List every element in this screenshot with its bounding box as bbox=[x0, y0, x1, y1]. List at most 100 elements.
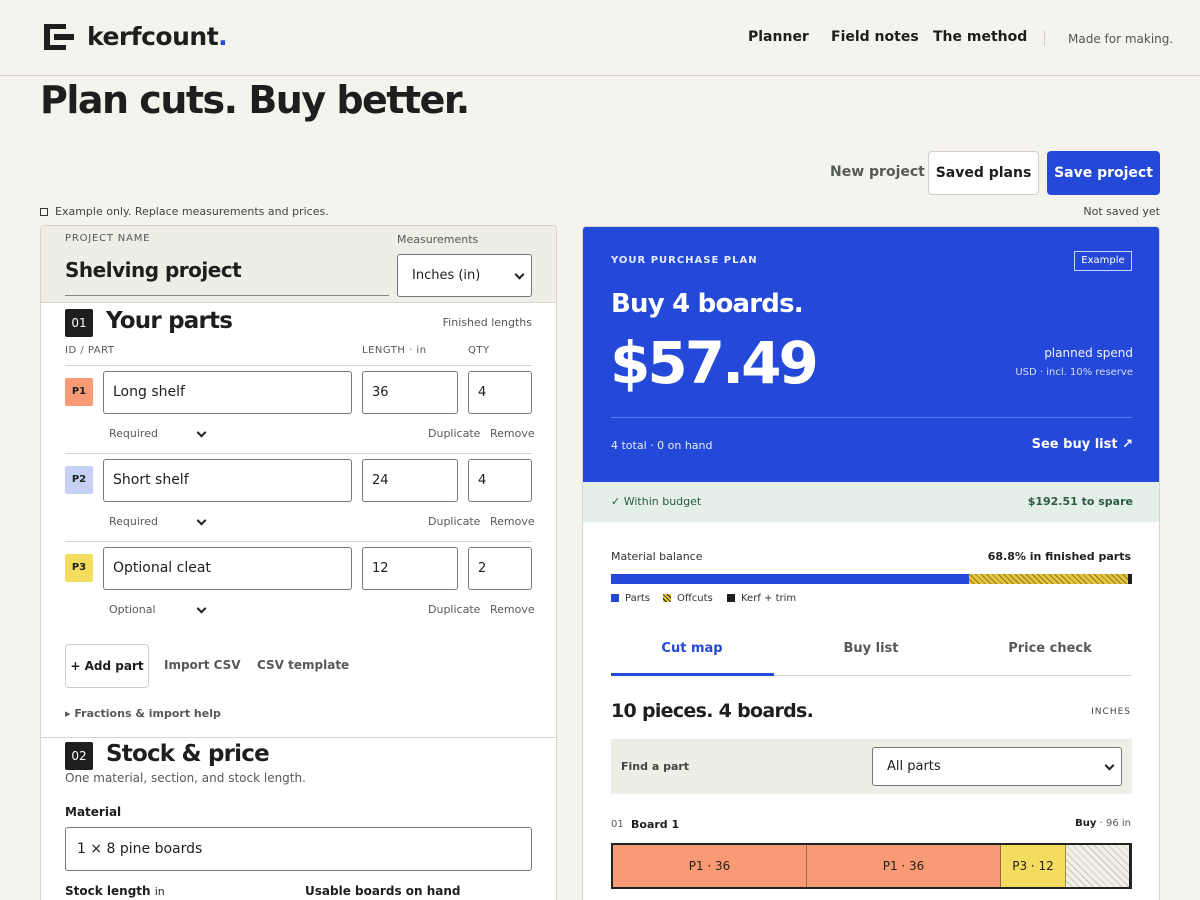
measurements-value: Inches (in) bbox=[412, 268, 481, 283]
duplicate-button[interactable]: Duplicate bbox=[428, 603, 480, 616]
nav-divider bbox=[1044, 30, 1045, 46]
nav-the-method[interactable]: The method bbox=[933, 29, 1027, 45]
project-name-input[interactable]: Shelving project bbox=[65, 258, 389, 296]
priority-value: Required bbox=[109, 427, 158, 440]
budget-status: ✓ Within budget bbox=[611, 495, 702, 508]
import-csv-button[interactable]: Import CSV bbox=[164, 658, 241, 672]
example-badge: Example bbox=[1074, 251, 1132, 271]
legend-label: Parts bbox=[625, 593, 650, 604]
remove-button[interactable]: Remove bbox=[490, 603, 535, 616]
priority-select[interactable]: Required bbox=[109, 427, 207, 440]
chevron-down-icon bbox=[196, 427, 207, 438]
tab-cut-map[interactable]: Cut map bbox=[605, 641, 779, 656]
cut-piece[interactable]: P3 · 12 bbox=[1001, 845, 1066, 887]
purchase-plan-card: YOUR PURCHASE PLAN Example Buy 4 boards.… bbox=[583, 227, 1159, 482]
part-filter-value: All parts bbox=[887, 759, 941, 774]
stock-title: Stock & price bbox=[106, 741, 270, 767]
section-number: 01 bbox=[65, 309, 93, 337]
example-notice: Example only. Replace measurements and p… bbox=[55, 205, 329, 218]
legend-offcuts: Offcuts bbox=[663, 593, 713, 604]
part-name-input[interactable]: Optional cleat bbox=[103, 547, 352, 590]
stock-hint: One material, section, and stock length. bbox=[65, 771, 306, 785]
section-number: 02 bbox=[65, 742, 93, 770]
balance-segment-kerf bbox=[1128, 574, 1132, 584]
measurements-label: Measurements bbox=[397, 233, 479, 246]
priority-value: Required bbox=[109, 515, 158, 528]
spend-label: planned spend bbox=[1044, 346, 1133, 360]
priority-select[interactable]: Required bbox=[109, 515, 207, 528]
material-balance-label: Material balance bbox=[611, 550, 703, 563]
budget-status-bar: ✓ Within budget $192.51 to spare bbox=[583, 482, 1159, 522]
saved-plans-button[interactable]: Saved plans bbox=[928, 151, 1039, 195]
example-notice-icon bbox=[40, 208, 48, 216]
balance-segment-offcuts bbox=[969, 574, 1128, 584]
board-cut-diagram: P1 · 36 P1 · 36 P3 · 12 bbox=[611, 843, 1132, 889]
material-balance-bar bbox=[611, 574, 1132, 584]
part-length-input[interactable]: 24 bbox=[362, 459, 458, 502]
cutmap-title: 10 pieces. 4 boards. bbox=[611, 700, 814, 722]
tagline: Made for making. bbox=[1068, 32, 1174, 46]
save-project-button[interactable]: Save project bbox=[1047, 151, 1160, 195]
find-part-label: Find a part bbox=[621, 760, 690, 773]
project-name-label: PROJECT NAME bbox=[65, 233, 151, 244]
legend-swatch-offcuts bbox=[663, 594, 671, 602]
part-length-input[interactable]: 36 bbox=[362, 371, 458, 414]
plan-headline: Buy 4 boards. bbox=[611, 289, 804, 319]
cutmap-unit: INCHES bbox=[1091, 707, 1131, 717]
nav-field-notes[interactable]: Field notes bbox=[831, 29, 919, 45]
parts-hint: Finished lengths bbox=[442, 316, 532, 329]
part-filter-select[interactable]: All parts bbox=[872, 747, 1122, 786]
spend-subtext: USD · incl. 10% reserve bbox=[1015, 367, 1133, 378]
project-editor: PROJECT NAME Shelving project Measuremen… bbox=[40, 225, 557, 900]
measurements-select[interactable]: Inches (in) bbox=[397, 254, 532, 297]
new-project-button[interactable]: New project bbox=[830, 164, 925, 180]
stock-length-text: Stock length bbox=[65, 884, 151, 898]
duplicate-button[interactable]: Duplicate bbox=[428, 427, 480, 440]
part-length-input[interactable]: 12 bbox=[362, 547, 458, 590]
fractions-help-toggle[interactable]: ▸ Fractions & import help bbox=[65, 707, 221, 720]
duplicate-button[interactable]: Duplicate bbox=[428, 515, 480, 528]
cut-piece[interactable]: P1 · 36 bbox=[613, 845, 807, 887]
plan-price: $57.49 bbox=[610, 329, 819, 397]
plan-label: YOUR PURCHASE PLAN bbox=[611, 255, 758, 266]
stock-length-label: Stock length in bbox=[65, 884, 165, 898]
remove-button[interactable]: Remove bbox=[490, 515, 535, 528]
tab-price-check[interactable]: Price check bbox=[963, 641, 1137, 656]
chevron-down-icon bbox=[1104, 760, 1115, 771]
nav-planner[interactable]: Planner bbox=[748, 29, 809, 45]
card-divider bbox=[611, 417, 1132, 418]
chevron-down-icon bbox=[514, 269, 525, 280]
remove-button[interactable]: Remove bbox=[490, 427, 535, 440]
csv-template-button[interactable]: CSV template bbox=[257, 658, 349, 672]
material-input[interactable]: 1 × 8 pine boards bbox=[65, 827, 532, 871]
add-part-button[interactable]: + Add part bbox=[65, 644, 149, 688]
legend-swatch-kerf bbox=[727, 594, 735, 602]
cut-piece[interactable]: P1 · 36 bbox=[807, 845, 1001, 887]
brand-logo[interactable]: kerfcount. bbox=[87, 22, 228, 51]
budget-spare: $192.51 to spare bbox=[1027, 495, 1133, 508]
site-header: kerfcount. Planner Field notes The metho… bbox=[0, 0, 1200, 76]
legend-parts: Parts bbox=[611, 593, 650, 604]
brand-dot: . bbox=[218, 22, 228, 51]
board-number: 01 bbox=[611, 819, 624, 830]
part-name-input[interactable]: Short shelf bbox=[103, 459, 352, 502]
part-qty-input[interactable]: 2 bbox=[468, 547, 532, 590]
purchase-plan-panel: YOUR PURCHASE PLAN Example Buy 4 boards.… bbox=[582, 226, 1160, 900]
material-balance-summary: 68.8% in finished parts bbox=[987, 550, 1131, 563]
legend-kerf: Kerf + trim bbox=[727, 593, 796, 604]
row-divider bbox=[65, 453, 532, 454]
priority-value: Optional bbox=[109, 603, 156, 616]
col-id-part: ID / PART bbox=[65, 345, 115, 356]
row-divider bbox=[65, 365, 532, 366]
usable-boards-label: Usable boards on hand bbox=[305, 884, 461, 898]
material-label: Material bbox=[65, 805, 122, 819]
priority-select[interactable]: Optional bbox=[109, 603, 207, 616]
section-divider bbox=[41, 737, 556, 738]
kerfcount-logo-icon bbox=[44, 24, 74, 50]
see-buy-list-link[interactable]: See buy list ↗ bbox=[1032, 437, 1133, 452]
stock-length-unit: in bbox=[154, 885, 165, 898]
tab-buy-list[interactable]: Buy list bbox=[784, 641, 958, 656]
part-name-input[interactable]: Long shelf bbox=[103, 371, 352, 414]
part-qty-input[interactable]: 4 bbox=[468, 459, 532, 502]
part-qty-input[interactable]: 4 bbox=[468, 371, 532, 414]
